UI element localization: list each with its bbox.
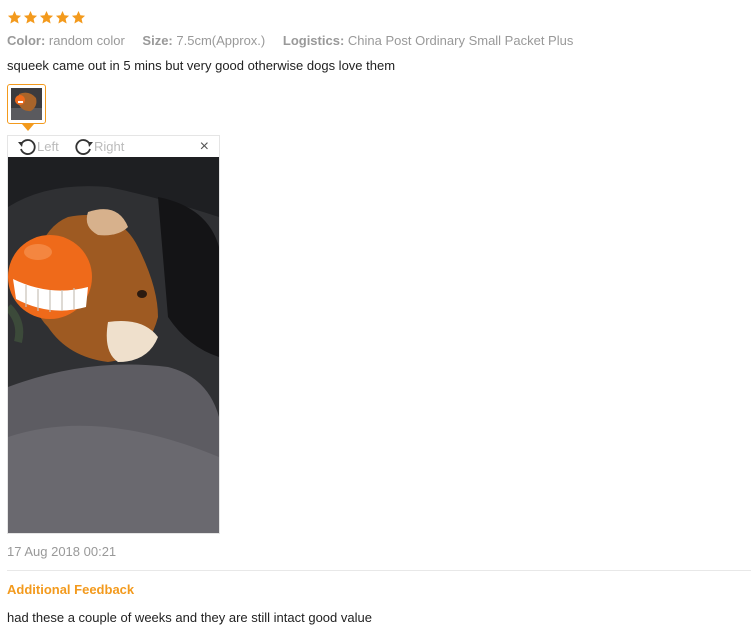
star-icon bbox=[71, 10, 86, 24]
star-icon bbox=[39, 10, 54, 24]
star-rating bbox=[7, 10, 86, 28]
star-icon bbox=[55, 10, 70, 24]
rotate-left-button[interactable]: Left bbox=[17, 137, 59, 155]
dog-photo-thumbnail bbox=[11, 88, 42, 120]
dog-photo bbox=[8, 157, 219, 533]
attribute-logistics: Logistics: China Post Ordinary Small Pac… bbox=[282, 33, 574, 48]
rotate-left-icon bbox=[18, 139, 36, 155]
additional-feedback-text: had these a couple of weeks and they are… bbox=[7, 610, 372, 625]
divider bbox=[7, 570, 751, 571]
additional-feedback-title: Additional Feedback bbox=[7, 582, 135, 597]
rotate-right-button[interactable]: Right bbox=[74, 137, 124, 155]
product-attributes: Color: random color Size: 7.5cm(Approx.)… bbox=[7, 33, 587, 48]
photo-thumbnail[interactable] bbox=[7, 84, 46, 124]
review-comment: squeek came out in 5 mins but very good … bbox=[7, 58, 396, 73]
close-viewer-button[interactable]: × bbox=[200, 139, 209, 155]
star-icon bbox=[7, 10, 22, 24]
rotate-right-icon bbox=[75, 139, 93, 155]
viewer-toolbar: Left Right × bbox=[8, 136, 219, 157]
thumbnail-pointer bbox=[22, 124, 34, 131]
star-icon bbox=[23, 10, 38, 24]
attribute-size: Size: 7.5cm(Approx.) bbox=[142, 33, 266, 48]
attribute-color: Color: random color bbox=[7, 33, 125, 48]
image-viewer: Left Right × bbox=[7, 135, 220, 534]
review-date: 17 Aug 2018 00:21 bbox=[7, 544, 117, 559]
